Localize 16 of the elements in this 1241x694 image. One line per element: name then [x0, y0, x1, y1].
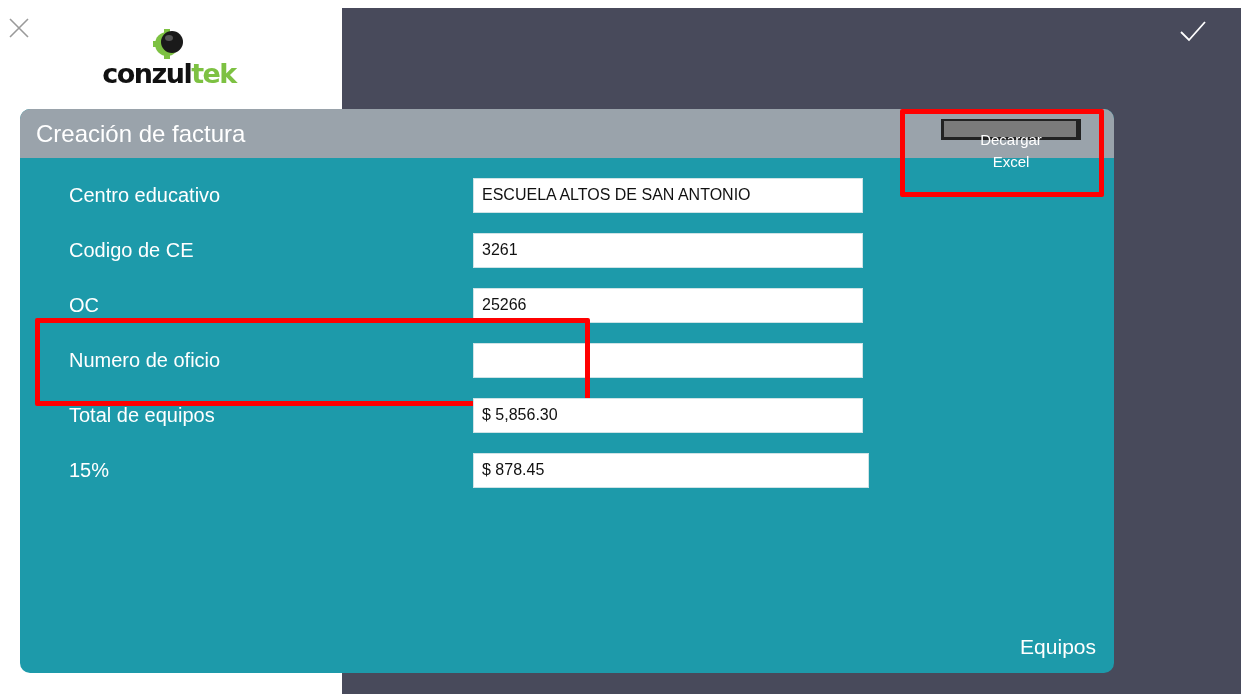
field-label: Total de equipos [69, 403, 216, 427]
check-icon[interactable] [1179, 20, 1207, 42]
field-label: Centro educativo [69, 183, 222, 207]
close-icon[interactable] [9, 18, 29, 38]
input-field[interactable] [473, 342, 863, 378]
form-title: Creación de factura [36, 119, 246, 148]
field-label: 15% [69, 458, 111, 482]
input-field[interactable]: $ 5,856.30 [473, 397, 863, 433]
input-field[interactable]: ESCUELA ALTOS DE SAN ANTONIO [473, 177, 863, 213]
input-field[interactable]: 25266 [473, 287, 863, 323]
input-field[interactable]: $ 878.45 [473, 452, 869, 488]
input-field[interactable]: 3261 [473, 232, 863, 268]
field-label: OC [69, 293, 100, 317]
field-label: Codigo de CE [69, 238, 195, 262]
logo-text: conzultek [102, 60, 236, 88]
field-label: Numero de oficio [69, 348, 222, 372]
